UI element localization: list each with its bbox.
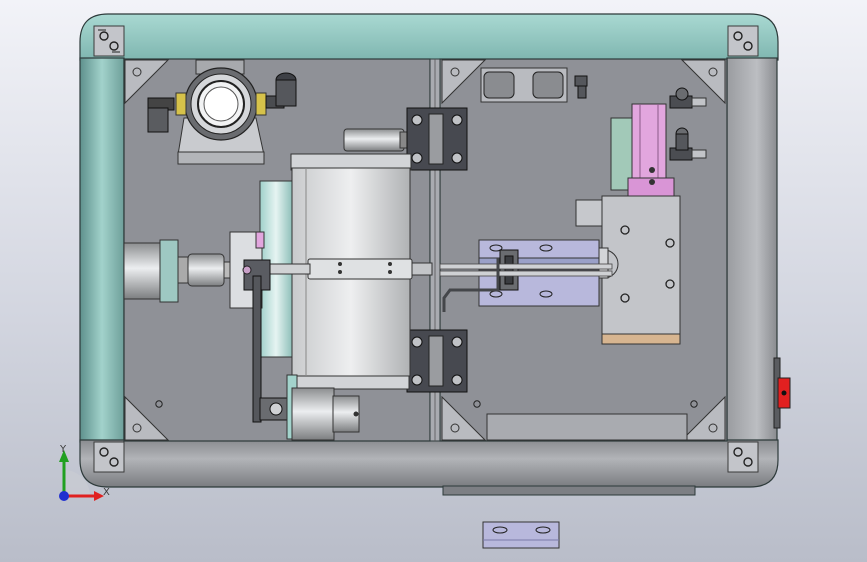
proximity-sensor[interactable] [343,128,409,152]
cad-viewport[interactable]: Y X [0,0,867,562]
corner-gusset-icon [93,25,125,57]
triad-y-label: Y [59,444,67,455]
corner-gusset-icon [727,441,759,473]
hinge-icon[interactable] [406,329,468,393]
bottom-rail [79,439,779,488]
triad-x-label: X [103,487,110,498]
corner-gusset-icon [93,441,125,473]
base-plate [442,485,696,496]
hinge-icon[interactable] [406,107,468,171]
corner-gusset-icon [727,25,759,57]
pneumatic-cylinder[interactable] [610,103,675,197]
detached-bracket[interactable] [482,521,560,549]
lower-tray[interactable] [486,413,688,441]
top-rail [79,13,779,61]
right-post [726,57,778,443]
left-post [79,57,125,443]
emergency-button[interactable] [773,357,791,429]
